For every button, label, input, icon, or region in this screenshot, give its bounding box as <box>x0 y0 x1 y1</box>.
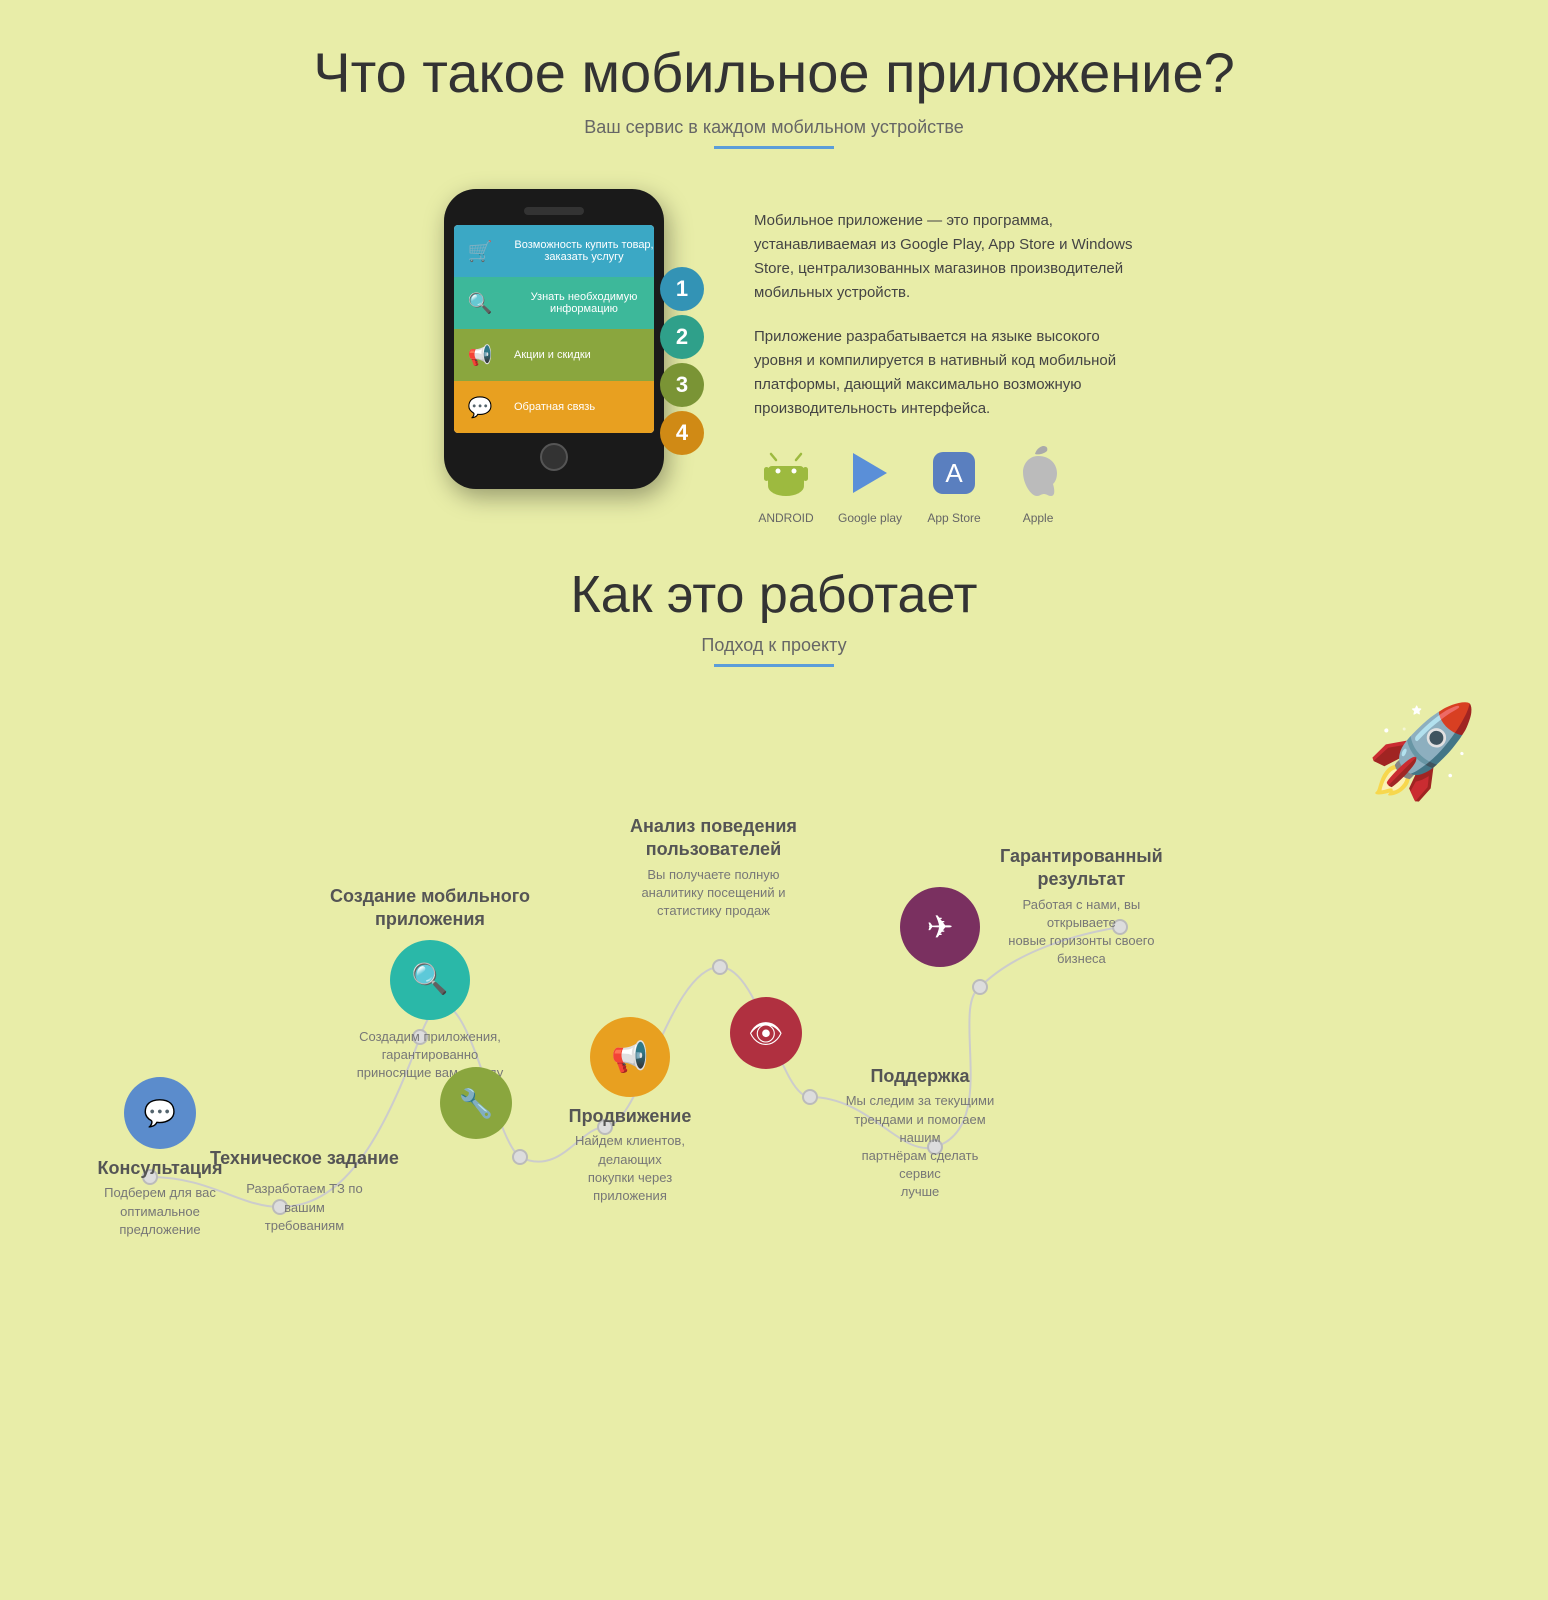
phone-speaker <box>524 207 584 215</box>
store-appstore: A App Store <box>922 441 986 525</box>
apple-label: Apple <box>1023 511 1054 525</box>
phone-icon-1: 🛒 <box>454 225 506 277</box>
store-gplay: Google play <box>838 441 902 525</box>
plane-icon: ✈ <box>900 887 980 967</box>
subtitle: Ваш сервис в каждом мобильном устройстве <box>60 117 1488 138</box>
content-row: 🛒 Возможность купить товар, заказать усл… <box>60 189 1488 525</box>
description-column: Мобильное приложение — это программа, ус… <box>754 189 1134 525</box>
wrench-icon: 🔧 <box>440 1067 512 1139</box>
num-4: 4 <box>660 411 704 455</box>
sozdanie-icon: 🔍 <box>390 940 470 1020</box>
node-garantia: Гарантированныйрезультат Работая с нами,… <box>1000 837 1163 969</box>
garantia-desc: Работая с нами, вы открываетеновые гориз… <box>1001 896 1161 969</box>
phone-label-1: Возможность купить товар, заказать услуг… <box>506 225 654 277</box>
phone-row-1: 🛒 Возможность купить товар, заказать усл… <box>454 225 654 277</box>
phone-home-button <box>540 443 568 471</box>
node-podderzhka: Поддержка Мы следим за текущимитрендами … <box>840 1057 1000 1202</box>
node-eye: 👁 <box>730 997 802 1069</box>
node-wrench: 🔧 <box>440 1067 512 1139</box>
desc-text-2: Приложение разрабатывается на языке высо… <box>754 325 1134 421</box>
analiz-title: Анализ поведенияпользователей <box>630 815 797 862</box>
phone-numbers: 1 2 3 4 <box>660 267 704 455</box>
tz-desc: Разработаем ТЗ по вашимтребованиям <box>224 1180 384 1235</box>
store-apple: Apple <box>1006 441 1070 525</box>
phone-screen: 🛒 Возможность купить товар, заказать усл… <box>454 225 654 433</box>
num-3: 3 <box>660 363 704 407</box>
num-2: 2 <box>660 315 704 359</box>
node-tz: Техническое задание Разработаем ТЗ по ва… <box>210 1147 399 1241</box>
store-android: ANDROID <box>754 441 818 525</box>
phone-icon-2: 🔍 <box>454 277 506 329</box>
store-icons: ANDROID Google play <box>754 441 1134 525</box>
tz-title: Техническое задание <box>210 1147 399 1170</box>
section2: Как это работает Подход к проекту 🚀 💬 Ко… <box>0 545 1548 1347</box>
svg-text:A: A <box>945 458 963 488</box>
phone-row-4: 💬 Обратная связь <box>454 381 654 433</box>
section2-title: Как это работает <box>60 565 1488 625</box>
phone-row-3: 📢 Акции и скидки <box>454 329 654 381</box>
section2-divider <box>714 664 834 667</box>
desc-text-1: Мобильное приложение — это программа, ус… <box>754 209 1134 305</box>
node-plane: ✈ <box>900 887 980 967</box>
phone-label-2: Узнать необходимую информацию <box>506 277 654 329</box>
phone: 🛒 Возможность купить товар, заказать усл… <box>444 189 664 489</box>
podderzhka-title: Поддержка <box>870 1065 969 1088</box>
konsultacia-icon: 💬 <box>124 1077 196 1149</box>
phone-label-3: Акции и скидки <box>506 329 654 381</box>
garantia-title: Гарантированныйрезультат <box>1000 845 1163 892</box>
podderzhka-desc: Мы следим за текущимитрендами и помогаем… <box>840 1092 1000 1201</box>
node-sozdanie: Создание мобильногоприложения 🔍 Создадим… <box>330 877 530 1082</box>
appstore-icon: A <box>922 441 986 505</box>
phone-label-4: Обратная связь <box>506 381 654 433</box>
konsultacia-title: Консультация <box>97 1157 222 1180</box>
section2-subtitle: Подход к проекту <box>60 635 1488 656</box>
flow-diagram: 🚀 💬 Консультация Подберем для васоптимал… <box>60 707 1488 1307</box>
phone-icon-4: 💬 <box>454 381 506 433</box>
android-label: ANDROID <box>758 511 813 525</box>
gplay-icon <box>838 441 902 505</box>
eye-icon: 👁 <box>730 997 802 1069</box>
appstore-label: App Store <box>927 511 980 525</box>
prodvizhenie-title: Продвижение <box>569 1105 692 1128</box>
node-analiz: Анализ поведенияпользователей Вы получае… <box>630 807 797 920</box>
analiz-desc: Вы получаете полнуюаналитику посещений и… <box>641 866 785 921</box>
sozdanie-title: Создание мобильногоприложения <box>330 885 530 932</box>
phone-icon-3: 📢 <box>454 329 506 381</box>
rocket-icon: 🚀 <box>1366 707 1478 797</box>
phone-mockup: 🛒 Возможность купить товар, заказать усл… <box>414 189 694 489</box>
node-prodvizhenie: 📢 Продвижение Найдем клиентов, делающихп… <box>550 1017 710 1205</box>
subtitle-divider <box>714 146 834 149</box>
phone-row-2: 🔍 Узнать необходимую информацию <box>454 277 654 329</box>
main-title: Что такое мобильное приложение? <box>60 40 1488 105</box>
apple-icon <box>1006 441 1070 505</box>
prodvizhenie-icon: 📢 <box>590 1017 670 1097</box>
gplay-label: Google play <box>838 511 902 525</box>
num-1: 1 <box>660 267 704 311</box>
prodvizhenie-desc: Найдем клиентов, делающихпокупки через п… <box>550 1132 710 1205</box>
section1: Что такое мобильное приложение? Ваш серв… <box>0 0 1548 545</box>
android-icon <box>754 441 818 505</box>
